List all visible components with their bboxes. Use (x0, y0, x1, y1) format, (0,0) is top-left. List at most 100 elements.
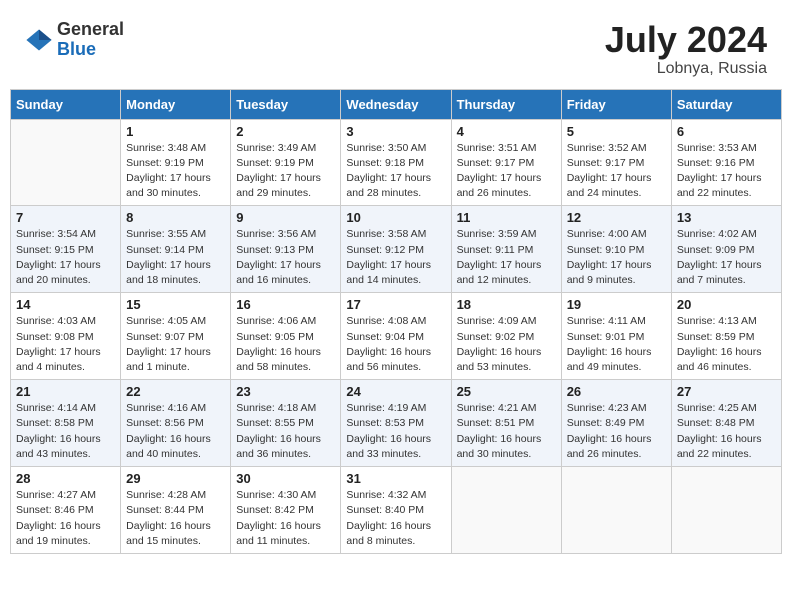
calendar-cell: 24 Sunrise: 4:19 AM Sunset: 8:53 PM Dayli… (341, 380, 451, 467)
calendar-cell: 4Sunrise: 3:51 AM Sunset: 9:17 PM Daylig… (451, 119, 561, 206)
calendar-cell: 16 Sunrise: 4:06 AM Sunset: 9:05 PM Dayli… (231, 293, 341, 380)
day-info: Sunrise: 4:09 AM Sunset: 9:02 PM Dayligh… (457, 314, 556, 375)
day-info: Sunrise: 3:58 AM Sunset: 9:12 PM Dayligh… (346, 227, 445, 288)
day-info: Sunrise: 4:11 AM Sunset: 9:01 PM Dayligh… (567, 314, 666, 375)
calendar-cell: 30Sunrise: 4:30 AM Sunset: 8:42 PM Dayli… (231, 467, 341, 554)
day-number: 15 (126, 297, 225, 312)
day-number: 25 (457, 384, 556, 399)
weekday-header-row: SundayMondayTuesdayWednesdayThursdayFrid… (11, 89, 782, 119)
calendar-cell: 17 Sunrise: 4:08 AM Sunset: 9:04 PM Dayli… (341, 293, 451, 380)
day-number: 23 (236, 384, 335, 399)
calendar-cell (671, 467, 781, 554)
weekday-header-sunday: Sunday (11, 89, 121, 119)
calendar-cell: 13 Sunrise: 4:02 AM Sunset: 9:09 PM Dayli… (671, 206, 781, 293)
day-info: Sunrise: 4:05 AM Sunset: 9:07 PM Dayligh… (126, 314, 225, 375)
day-info: Sunrise: 4:16 AM Sunset: 8:56 PM Dayligh… (126, 401, 225, 462)
calendar-cell: 10 Sunrise: 3:58 AM Sunset: 9:12 PM Dayli… (341, 206, 451, 293)
day-number: 14 (16, 297, 115, 312)
day-info: Sunrise: 3:59 AM Sunset: 9:11 PM Dayligh… (457, 227, 556, 288)
logo: General Blue (25, 20, 124, 60)
day-info: Sunrise: 4:21 AM Sunset: 8:51 PM Dayligh… (457, 401, 556, 462)
weekday-header-saturday: Saturday (671, 89, 781, 119)
day-info: Sunrise: 4:02 AM Sunset: 9:09 PM Dayligh… (677, 227, 776, 288)
day-info: Sunrise: 4:13 AM Sunset: 8:59 PM Dayligh… (677, 314, 776, 375)
weekday-header-wednesday: Wednesday (341, 89, 451, 119)
calendar-cell: 19 Sunrise: 4:11 AM Sunset: 9:01 PM Dayli… (561, 293, 671, 380)
day-number: 5 (567, 124, 666, 139)
calendar-cell (11, 119, 121, 206)
calendar-cell: 22 Sunrise: 4:16 AM Sunset: 8:56 PM Dayli… (121, 380, 231, 467)
weekday-header-tuesday: Tuesday (231, 89, 341, 119)
day-info: Sunrise: 4:03 AM Sunset: 9:08 PM Dayligh… (16, 314, 115, 375)
calendar-cell: 27 Sunrise: 4:25 AM Sunset: 8:48 PM Dayli… (671, 380, 781, 467)
day-number: 28 (16, 471, 115, 486)
calendar-table: SundayMondayTuesdayWednesdayThursdayFrid… (10, 89, 782, 554)
day-number: 13 (677, 210, 776, 225)
calendar-cell: 21 Sunrise: 4:14 AM Sunset: 8:58 PM Dayli… (11, 380, 121, 467)
calendar-cell: 3Sunrise: 3:50 AM Sunset: 9:18 PM Daylig… (341, 119, 451, 206)
logo-text: General Blue (57, 20, 124, 60)
day-info: Sunrise: 3:56 AM Sunset: 9:13 PM Dayligh… (236, 227, 335, 288)
day-number: 10 (346, 210, 445, 225)
calendar-cell: 8Sunrise: 3:55 AM Sunset: 9:14 PM Daylig… (121, 206, 231, 293)
day-number: 1 (126, 124, 225, 139)
weekday-header-monday: Monday (121, 89, 231, 119)
calendar-cell: 7 Sunrise: 3:54 AM Sunset: 9:15 PM Daylig… (11, 206, 121, 293)
day-number: 7 (16, 210, 115, 225)
day-info: Sunrise: 4:14 AM Sunset: 8:58 PM Dayligh… (16, 401, 115, 462)
calendar-cell: 28 Sunrise: 4:27 AM Sunset: 8:46 PM Dayli… (11, 467, 121, 554)
day-info: Sunrise: 4:00 AM Sunset: 9:10 PM Dayligh… (567, 227, 666, 288)
day-number: 17 (346, 297, 445, 312)
day-number: 8 (126, 210, 225, 225)
day-number: 16 (236, 297, 335, 312)
day-info: Sunrise: 3:54 AM Sunset: 9:15 PM Dayligh… (16, 227, 115, 288)
calendar-cell (561, 467, 671, 554)
day-number: 24 (346, 384, 445, 399)
day-info: Sunrise: 3:52 AM Sunset: 9:17 PM Dayligh… (567, 141, 666, 202)
day-number: 27 (677, 384, 776, 399)
calendar-week-row: 21 Sunrise: 4:14 AM Sunset: 8:58 PM Dayli… (11, 380, 782, 467)
day-info: Sunrise: 4:08 AM Sunset: 9:04 PM Dayligh… (346, 314, 445, 375)
calendar-week-row: 1 Sunrise: 3:48 AM Sunset: 9:19 PM Daylig… (11, 119, 782, 206)
day-info: Sunrise: 4:06 AM Sunset: 9:05 PM Dayligh… (236, 314, 335, 375)
page-header: General Blue July 2024 Lobnya, Russia (10, 10, 782, 83)
day-info: Sunrise: 3:49 AM Sunset: 9:19 PM Dayligh… (236, 141, 335, 202)
day-info: Sunrise: 4:30 AM Sunset: 8:42 PM Dayligh… (236, 488, 335, 549)
day-number: 19 (567, 297, 666, 312)
location-subtitle: Lobnya, Russia (605, 60, 767, 78)
weekday-header-thursday: Thursday (451, 89, 561, 119)
day-number: 2 (236, 124, 335, 139)
month-year-title: July 2024 (605, 20, 767, 60)
day-info: Sunrise: 4:32 AM Sunset: 8:40 PM Dayligh… (346, 488, 445, 549)
day-number: 18 (457, 297, 556, 312)
day-number: 6 (677, 124, 776, 139)
day-info: Sunrise: 4:27 AM Sunset: 8:46 PM Dayligh… (16, 488, 115, 549)
calendar-cell: 12 Sunrise: 4:00 AM Sunset: 9:10 PM Dayli… (561, 206, 671, 293)
calendar-cell: 6 Sunrise: 3:53 AM Sunset: 9:16 PM Daylig… (671, 119, 781, 206)
calendar-cell: 29 Sunrise: 4:28 AM Sunset: 8:44 PM Dayli… (121, 467, 231, 554)
calendar-cell: 14 Sunrise: 4:03 AM Sunset: 9:08 PM Dayli… (11, 293, 121, 380)
day-number: 12 (567, 210, 666, 225)
logo-icon (25, 26, 53, 54)
day-number: 9 (236, 210, 335, 225)
day-number: 26 (567, 384, 666, 399)
day-info: Sunrise: 4:19 AM Sunset: 8:53 PM Dayligh… (346, 401, 445, 462)
day-info: Sunrise: 3:53 AM Sunset: 9:16 PM Dayligh… (677, 141, 776, 202)
day-info: Sunrise: 4:28 AM Sunset: 8:44 PM Dayligh… (126, 488, 225, 549)
calendar-cell: 1 Sunrise: 3:48 AM Sunset: 9:19 PM Daylig… (121, 119, 231, 206)
day-number: 31 (346, 471, 445, 486)
day-info: Sunrise: 4:18 AM Sunset: 8:55 PM Dayligh… (236, 401, 335, 462)
day-number: 21 (16, 384, 115, 399)
calendar-cell: 31 Sunrise: 4:32 AM Sunset: 8:40 PM Dayli… (341, 467, 451, 554)
day-number: 20 (677, 297, 776, 312)
calendar-cell: 23 Sunrise: 4:18 AM Sunset: 8:55 PM Dayli… (231, 380, 341, 467)
day-number: 22 (126, 384, 225, 399)
calendar-week-row: 7 Sunrise: 3:54 AM Sunset: 9:15 PM Daylig… (11, 206, 782, 293)
day-number: 29 (126, 471, 225, 486)
day-number: 4 (457, 124, 556, 139)
calendar-cell: 15 Sunrise: 4:05 AM Sunset: 9:07 PM Dayli… (121, 293, 231, 380)
day-number: 3 (346, 124, 445, 139)
day-info: Sunrise: 4:25 AM Sunset: 8:48 PM Dayligh… (677, 401, 776, 462)
calendar-cell: 9 Sunrise: 3:56 AM Sunset: 9:13 PM Daylig… (231, 206, 341, 293)
day-info: Sunrise: 3:48 AM Sunset: 9:19 PM Dayligh… (126, 141, 225, 202)
